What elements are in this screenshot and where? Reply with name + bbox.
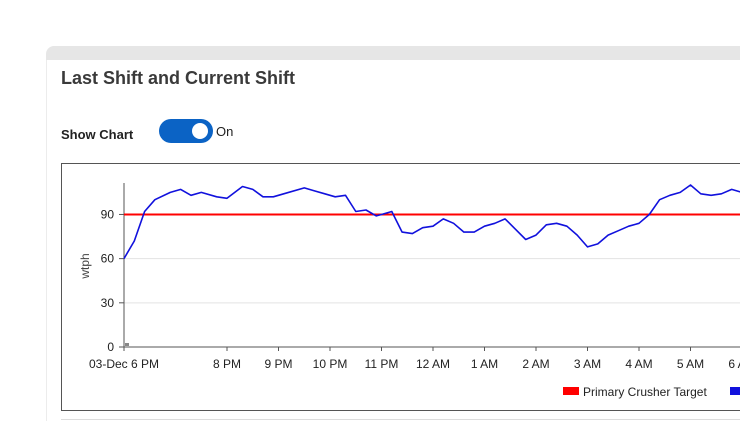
- show-chart-label: Show Chart: [61, 127, 134, 142]
- show-chart-toggle[interactable]: [159, 119, 213, 143]
- chart-frame: [61, 163, 740, 411]
- section-divider: [61, 419, 740, 420]
- card-left-border: [46, 60, 47, 421]
- card-header-bar: [46, 46, 740, 60]
- toggle-knob: [192, 123, 208, 139]
- page-title: Last Shift and Current Shift: [61, 68, 295, 88]
- toggle-state-label: On: [216, 124, 234, 139]
